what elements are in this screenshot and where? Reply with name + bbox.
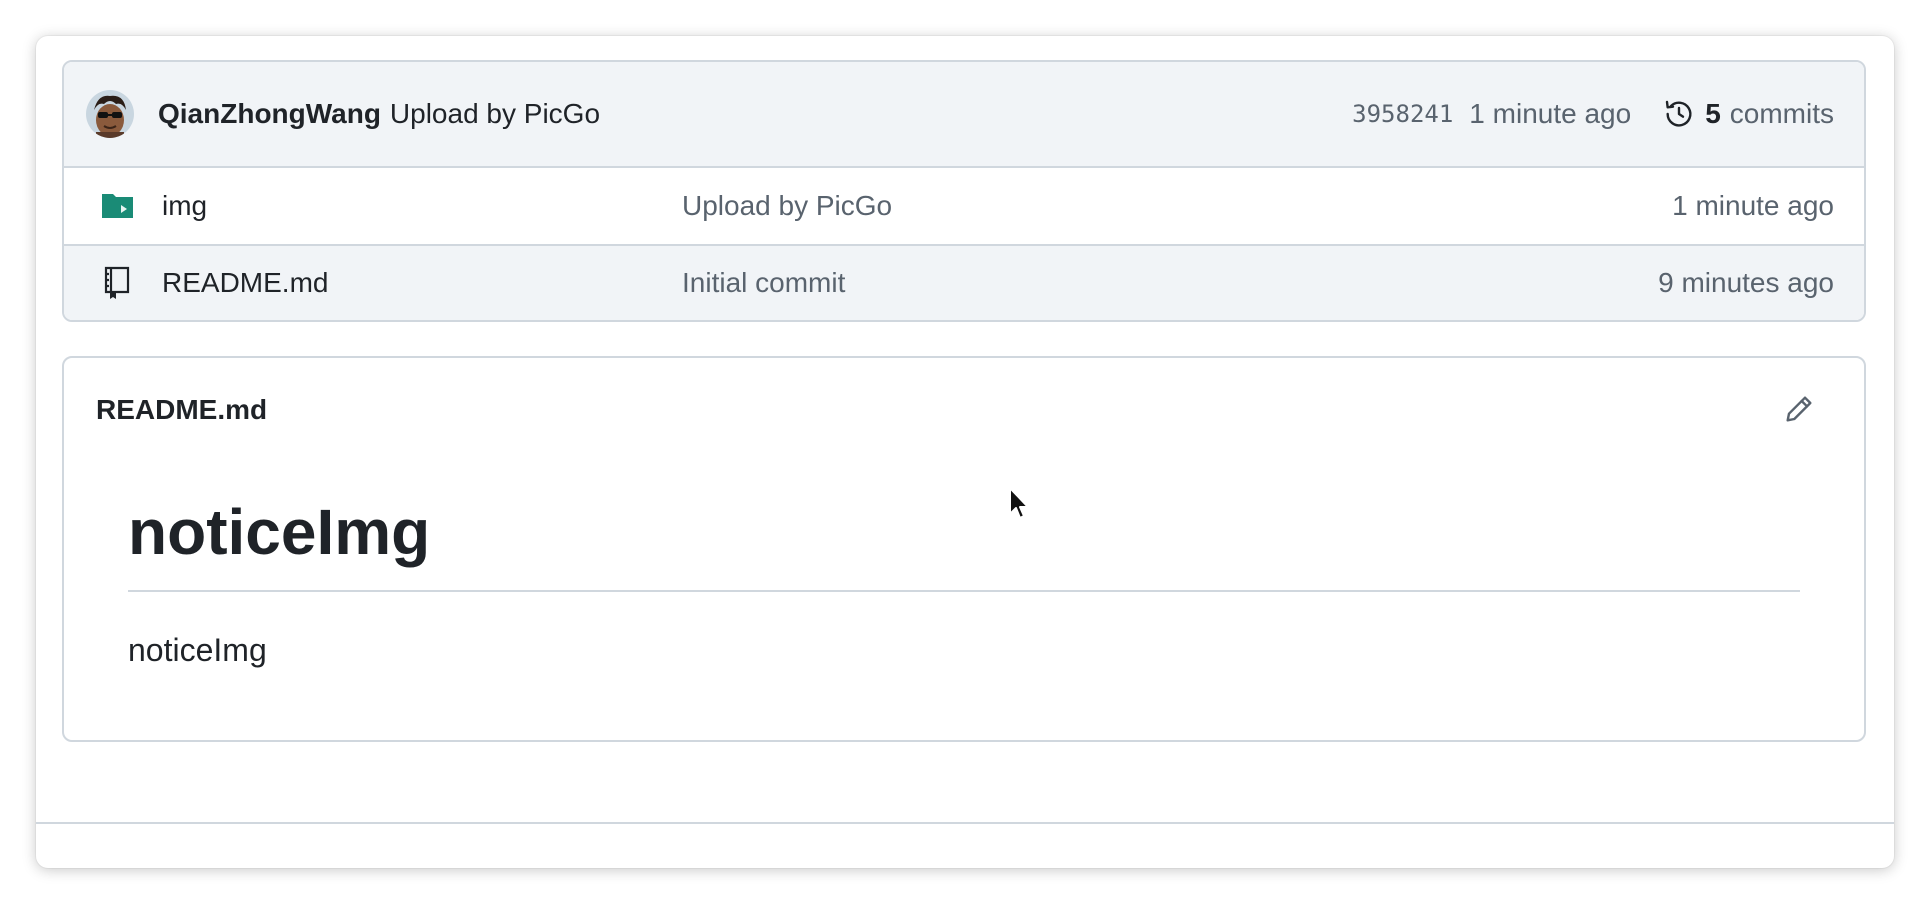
commit-message-link[interactable]: Upload by PicGo bbox=[390, 98, 600, 130]
commit-time: 1 minute ago bbox=[1469, 98, 1632, 129]
file-browser: QianZhongWang Upload by PicGo 3958241 1 … bbox=[62, 60, 1866, 322]
readme-paragraph: noticeImg bbox=[128, 632, 267, 668]
history-icon[interactable] bbox=[1663, 98, 1695, 130]
latest-commit-bar: QianZhongWang Upload by PicGo 3958241 1 … bbox=[64, 62, 1864, 168]
pencil-icon bbox=[1783, 393, 1815, 430]
readme-panel: README.md noticeImg noticeImg bbox=[62, 356, 1866, 742]
commits-label[interactable]: commits bbox=[1730, 98, 1834, 130]
file-commit-message-link[interactable]: Initial commit bbox=[682, 267, 1658, 299]
file-row[interactable]: README.md Initial commit 9 minutes ago bbox=[64, 244, 1864, 320]
file-row[interactable]: img Upload by PicGo 1 minute ago bbox=[64, 168, 1864, 244]
book-icon bbox=[100, 265, 136, 301]
commit-count[interactable]: 5 bbox=[1705, 98, 1721, 130]
file-name-link[interactable]: README.md bbox=[162, 267, 682, 299]
file-commit-message-link[interactable]: Upload by PicGo bbox=[682, 190, 1672, 222]
folder-icon bbox=[100, 188, 136, 224]
mouse-cursor-icon bbox=[1009, 487, 1029, 519]
commit-sha-link[interactable]: 3958241 bbox=[1352, 100, 1453, 128]
divider bbox=[36, 822, 1894, 824]
commit-author-link[interactable]: QianZhongWang bbox=[158, 98, 381, 130]
file-commit-time: 9 minutes ago bbox=[1658, 267, 1834, 298]
avatar[interactable] bbox=[86, 90, 134, 138]
edit-readme-button[interactable] bbox=[1782, 394, 1816, 428]
readme-title[interactable]: README.md bbox=[96, 394, 267, 426]
file-name-link[interactable]: img bbox=[162, 190, 682, 222]
file-commit-time: 1 minute ago bbox=[1672, 190, 1834, 221]
readme-heading: noticeImg bbox=[128, 496, 431, 568]
divider bbox=[128, 590, 1800, 592]
repo-window: QianZhongWang Upload by PicGo 3958241 1 … bbox=[36, 36, 1894, 868]
